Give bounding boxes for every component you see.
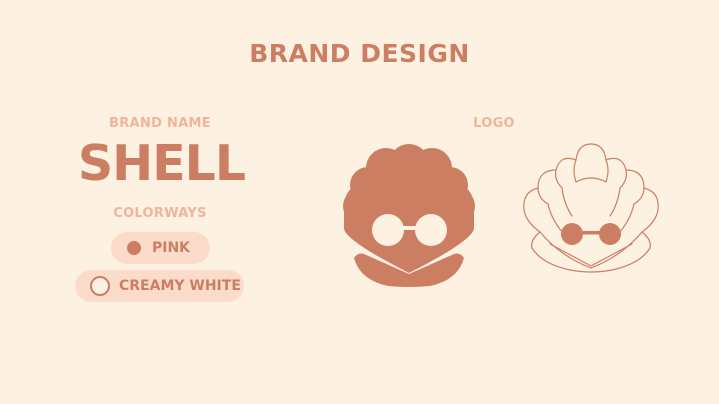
page-title: BRAND DESIGN (249, 39, 470, 68)
brand-name-label: BRAND NAME (109, 116, 211, 131)
colorway-creamy-white-option[interactable]: CREAMY WHITE (75, 270, 244, 302)
colorways-label: COLORWAYS (113, 206, 207, 221)
colorway-creamy-white-label: CREAMY WHITE (119, 278, 241, 294)
creamy-white-swatch-icon (90, 276, 110, 296)
shell-logo-filled-icon (343, 144, 475, 287)
shell-logo-outline-icon (523, 143, 659, 273)
logo-label: LOGO (473, 116, 515, 131)
colorway-pink-option[interactable]: PINK (111, 232, 210, 264)
pink-swatch-icon (127, 241, 141, 255)
colorway-pink-label: PINK (152, 240, 191, 256)
brand-name: SHELL (77, 135, 246, 192)
